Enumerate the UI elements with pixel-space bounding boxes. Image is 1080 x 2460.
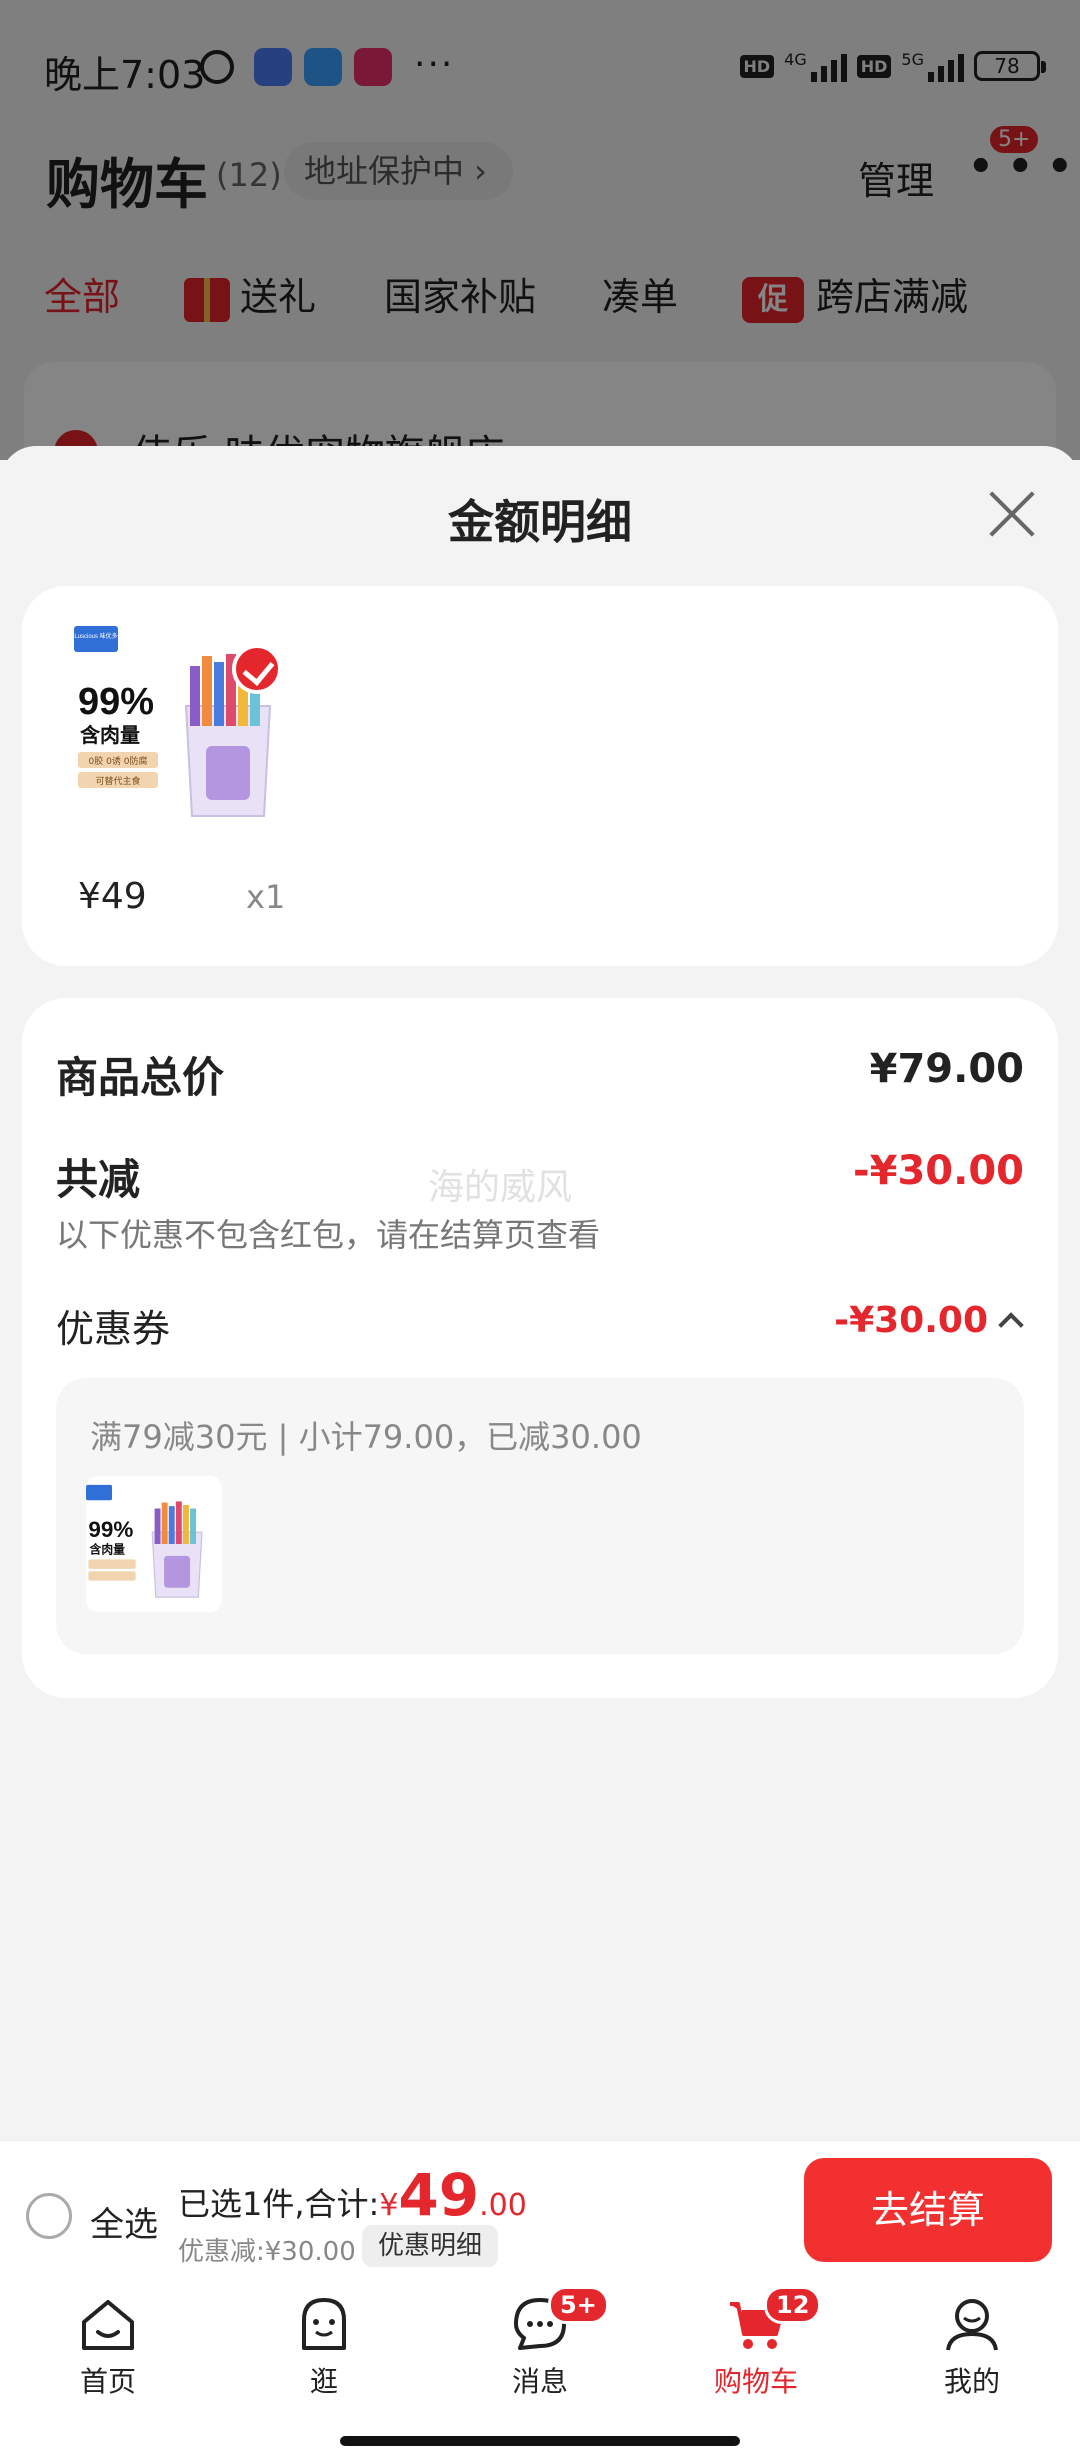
svg-text:含肉量: 含肉量 [89,1542,126,1556]
select-all-label[interactable]: 全选 [90,2197,158,2246]
tab-messages-label: 消息 [511,2365,568,2398]
discount-summary: 优惠减:¥30.00 [178,2237,356,2267]
total-price-value: ¥79.00 [869,1046,1024,1092]
tab-profile-label: 我的 [943,2365,1000,2398]
tab-home-label: 首页 [79,2365,136,2398]
coupon-value[interactable]: -¥30.00 [834,1300,988,1341]
tab-home[interactable]: 首页 [28,2294,188,2400]
svg-text:99%: 99% [78,681,154,723]
tab-browse-label: 逛 [309,2365,338,2398]
tab-messages[interactable]: 5+ 消息 [460,2286,620,2400]
coupon-detail-box: 满79减30元 | 小计79.00，已减30.00 99% 含肉量 [56,1378,1024,1654]
svg-text:可替代主食: 可替代主食 [95,775,140,787]
select-all-checkbox[interactable] [26,2193,72,2239]
discount-label: 共减 [56,1155,141,1204]
total-amount-decimal: .00 [479,2188,527,2223]
home-icon [78,2294,138,2354]
tab-profile[interactable]: 我的 [892,2294,1052,2400]
gesture-home-bar[interactable] [340,2436,740,2446]
total-price-label: 商品总价 [56,1053,225,1102]
item-quantity: x1 [246,878,286,916]
coupon-product-image: 99% 含肉量 [86,1484,203,1598]
close-icon[interactable] [986,488,1038,540]
discount-detail-button[interactable]: 优惠明细 [362,2225,499,2267]
messages-badge: 5+ [548,2286,609,2324]
tab-browse[interactable]: 逛 [244,2294,404,2400]
svg-text:0胶 0诱 0防腐: 0胶 0诱 0防腐 [89,755,148,767]
profile-icon [942,2294,1002,2354]
tab-cart-label: 购物车 [713,2365,798,2398]
watermark: 海的威风 [428,1167,573,1208]
coupon-label: 优惠券 [56,1307,171,1351]
svg-text:99%: 99% [88,1517,133,1542]
checkout-bar: 全选 已选1件,合计:¥49.00 优惠减:¥30.00 优惠明细 去结算 [0,2140,1080,2280]
discount-value: -¥30.00 [853,1148,1024,1194]
item-price: ¥49 [78,876,147,917]
bottom-tab-bar: 首页 逛 5+ 消息 12 购物车 我的 [0,2280,1080,2460]
amount-detail-sheet: 金额明细 Luscious 味优多 99% 含肉量 0胶 0诱 0防腐 可替代主… [0,446,1080,2140]
coupon-description: 满79减30元 | 小计79.00，已减30.00 [90,1418,642,1456]
sheet-title: 金额明细 [448,495,632,549]
cart-badge: 12 [764,2286,822,2324]
selected-count-text: 已选1件,合计: [178,2185,380,2223]
message-icon: 5+ [510,2286,609,2354]
total-currency: ¥ [379,2188,399,2223]
browse-icon [294,2294,354,2354]
svg-text:Luscious 味优多: Luscious 味优多 [74,632,117,640]
total-summary: 已选1件,合计:¥49.00 [178,2161,527,2229]
coupon-product-thumbnail: 99% 含肉量 [86,1476,222,1612]
cart-icon: 12 [726,2286,822,2354]
svg-text:含肉量: 含肉量 [80,723,140,747]
total-amount-integer: 49 [398,2161,480,2229]
checkout-button[interactable]: 去结算 [804,2158,1052,2262]
selected-check-icon [232,644,282,694]
selected-items-card: Luscious 味优多 99% 含肉量 0胶 0诱 0防腐 可替代主食 ¥49… [22,586,1058,966]
tab-cart[interactable]: 12 购物车 [676,2286,836,2400]
chevron-up-icon[interactable] [998,1312,1024,1338]
discount-note: 以下优惠不包含红包，请在结算页查看 [56,1216,601,1254]
dim-overlay[interactable] [0,0,1080,460]
price-detail-card: 商品总价 ¥79.00 共减 海的威风 -¥30.00 以下优惠不包含红包，请在… [22,998,1058,1698]
